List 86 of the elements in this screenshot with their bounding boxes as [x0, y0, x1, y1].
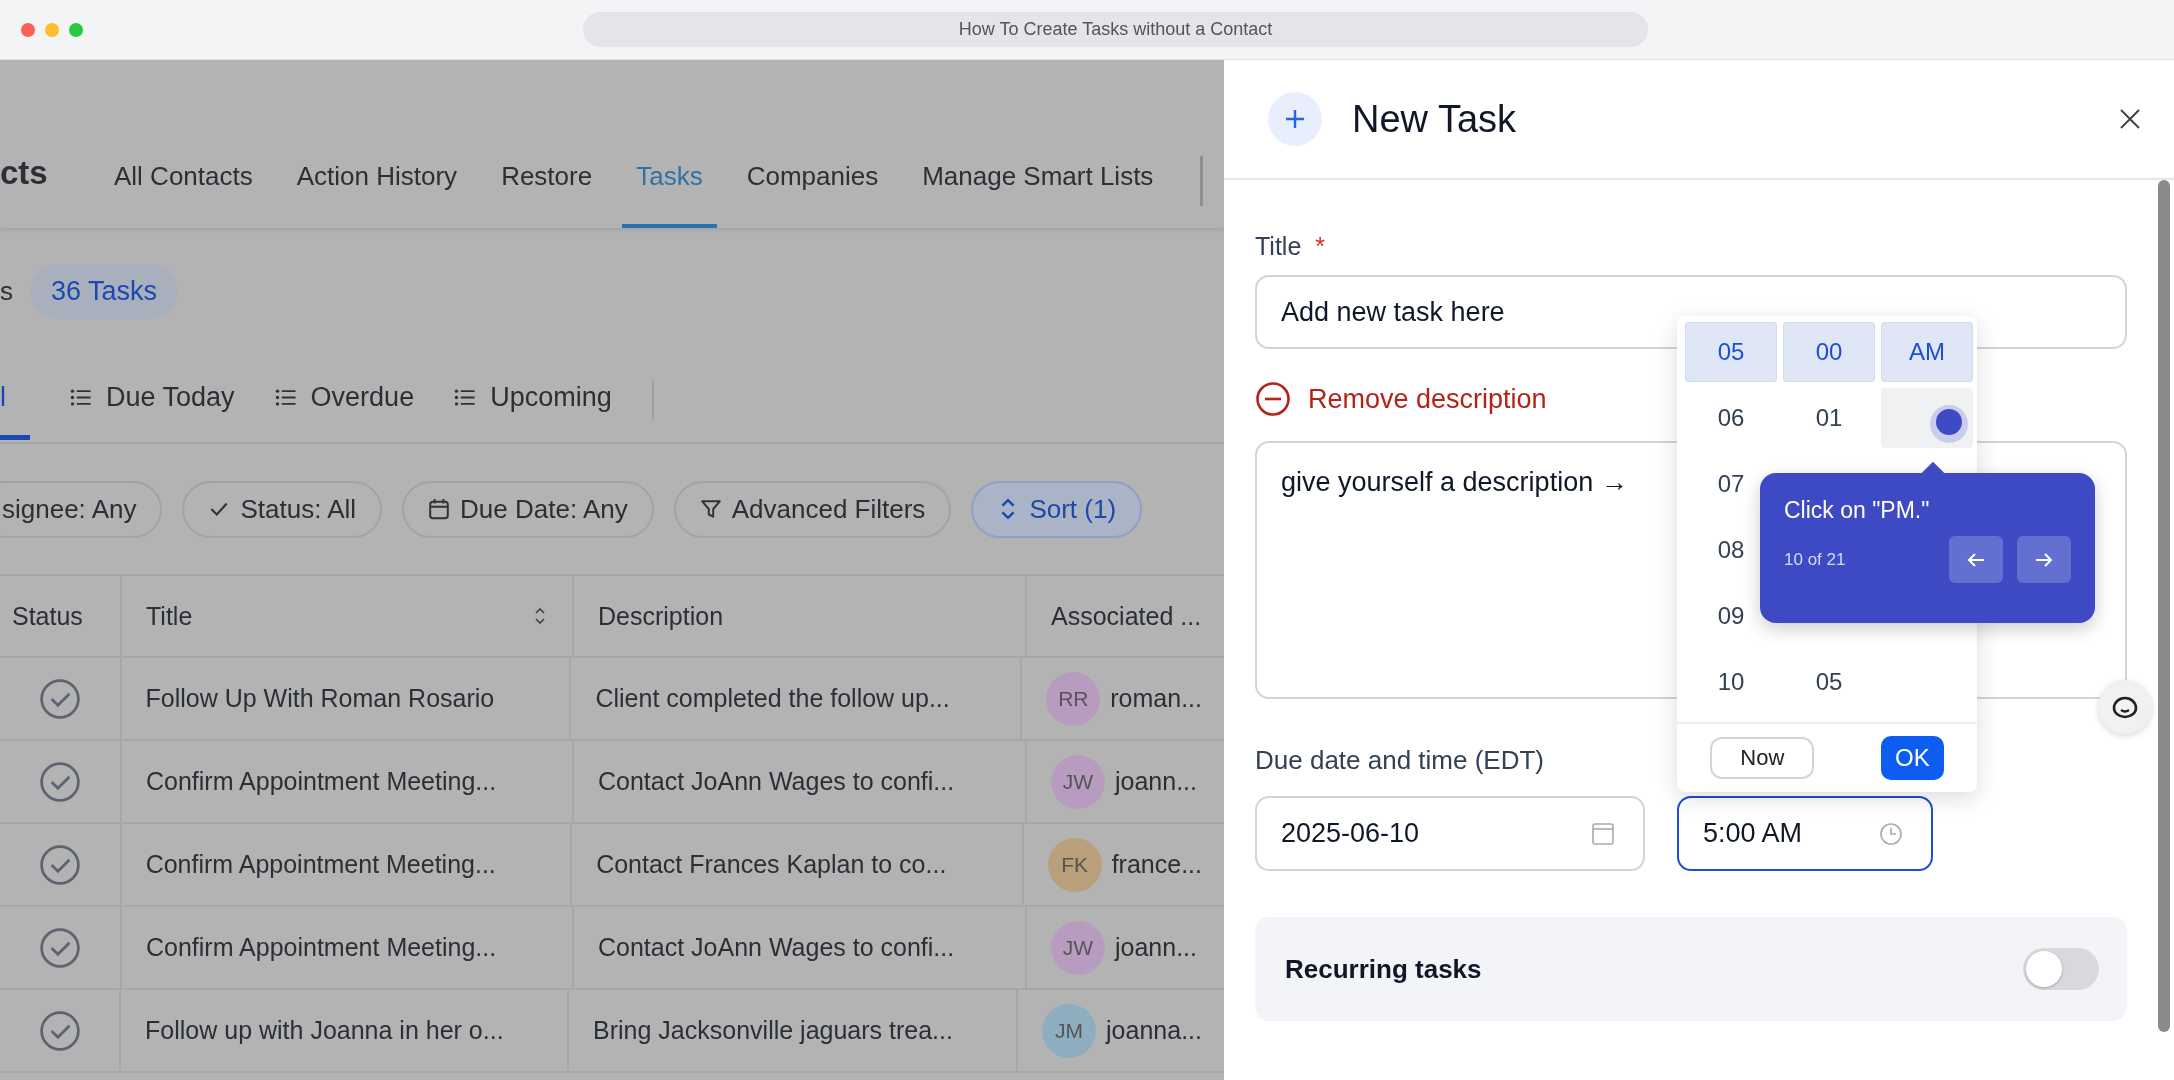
filter-button[interactable]: signee: Any: [0, 480, 163, 538]
address-bar[interactable]: How To Create Tasks without a Contact: [583, 12, 1648, 47]
filter-button[interactable]: Advanced Filters: [673, 480, 952, 538]
table-cell: Contact Frances Kaplan to co...: [572, 824, 1024, 905]
hour-option[interactable]: 10: [1685, 652, 1777, 712]
filter-button[interactable]: Status: All: [182, 480, 383, 538]
remove-description-link[interactable]: Remove description: [1255, 381, 1547, 417]
contact-name[interactable]: joann...: [1115, 933, 1197, 962]
avatar: JW: [1051, 920, 1105, 975]
close-window-dot[interactable]: [21, 22, 35, 37]
table-cell: Follow up with Joanna in her o...: [121, 990, 570, 1071]
filter-icon: [699, 498, 722, 520]
section-heading: s: [0, 275, 14, 307]
field-label: Title: [1255, 232, 1302, 261]
table-cell: Follow Up With Roman Rosario: [121, 658, 572, 739]
recurring-label: Recurring tasks: [1285, 953, 1482, 985]
required-mark: *: [1315, 232, 1326, 261]
nav-tab[interactable]: Companies: [732, 161, 893, 228]
tooltip-text: Click on "PM.": [1784, 497, 1930, 524]
list-icon: [274, 389, 297, 406]
contact-name[interactable]: joann...: [1115, 767, 1197, 796]
table-cell: Contact JoAnn Wages to confi...: [574, 741, 1027, 822]
time-field[interactable]: 5:00 AM: [1677, 796, 1933, 871]
ok-button[interactable]: OK: [1880, 736, 1944, 780]
task-count-badge: 36 Tasks: [30, 263, 179, 319]
table-cell: Client completed the follow up...: [571, 658, 1023, 739]
avatar: JW: [1051, 754, 1105, 809]
zoom-window-dot[interactable]: [69, 22, 83, 37]
column-header[interactable]: Description: [574, 576, 1027, 656]
clock-icon: [1879, 821, 1903, 846]
table-cell: Confirm Appointment Meeting...: [122, 741, 574, 822]
next-button[interactable]: [2017, 536, 2071, 583]
list-icon: [454, 389, 477, 406]
check-circle-icon[interactable]: [39, 760, 81, 803]
view-tab[interactable]: Overdue: [274, 360, 415, 440]
column-header[interactable]: Status: [0, 576, 122, 656]
table-cell: Bring Jacksonville jaguars trea...: [569, 990, 1019, 1071]
contact-name[interactable]: roman...: [1110, 684, 1202, 713]
filter-button[interactable]: Sort (1): [971, 480, 1143, 538]
nav-tab[interactable]: Action History: [282, 161, 472, 228]
toggle-switch[interactable]: [2023, 948, 2099, 990]
view-tab[interactable]: Due Today: [70, 360, 235, 440]
period-option[interactable]: AM: [1881, 322, 1973, 382]
contact-name[interactable]: france...: [1111, 850, 1202, 879]
close-icon[interactable]: [2118, 107, 2142, 131]
table-cell: Contact JoAnn Wages to confi...: [574, 907, 1027, 988]
panel-title: New Task: [1352, 97, 1518, 141]
sort-icon[interactable]: [534, 607, 546, 625]
now-button[interactable]: Now: [1710, 737, 1815, 779]
view-tab[interactable]: Upcoming: [454, 360, 612, 440]
avatar: JM: [1042, 1003, 1097, 1058]
table-cell: Confirm Appointment Meeting...: [121, 824, 573, 905]
nav-tab[interactable]: Restore: [487, 161, 607, 228]
minute-option[interactable]: 01: [1783, 388, 1875, 448]
check-circle-icon[interactable]: [38, 843, 81, 886]
scrollbar[interactable]: [2158, 180, 2170, 1032]
cursor-dot: [1929, 404, 1969, 444]
date-field[interactable]: 2025-06-10: [1255, 796, 1645, 871]
table-cell: Confirm Appointment Meeting...: [122, 907, 574, 988]
minute-option[interactable]: 05: [1783, 652, 1875, 712]
column-header[interactable]: Associated ...: [1027, 576, 1224, 656]
view-tab[interactable]: l: [0, 360, 30, 440]
list-icon: [70, 389, 92, 406]
previous-button[interactable]: [1949, 536, 2003, 583]
hour-option[interactable]: 06: [1685, 388, 1777, 448]
hour-option[interactable]: 05: [1685, 322, 1777, 382]
nav-tab[interactable]: All Contacts: [100, 161, 267, 228]
chat-button[interactable]: [2098, 680, 2152, 734]
field-label: Due date and time (EDT): [1255, 745, 1544, 776]
check-circle-icon[interactable]: [38, 1009, 81, 1052]
avatar: FK: [1047, 837, 1102, 892]
column-header[interactable]: Title: [122, 576, 574, 656]
calendar-icon: [1591, 821, 1615, 846]
add-icon: [1268, 92, 1322, 146]
page-heading: cts: [0, 154, 49, 193]
check-circle-icon[interactable]: [39, 926, 81, 969]
minus-circle-icon: [1255, 381, 1291, 417]
minute-option[interactable]: 00: [1783, 322, 1875, 382]
filter-button[interactable]: Due Date: Any: [402, 480, 654, 538]
calendar-icon: [428, 498, 451, 520]
contact-name[interactable]: joanna...: [1106, 1016, 1202, 1045]
minimize-window-dot[interactable]: [45, 22, 59, 37]
avatar: RR: [1046, 671, 1101, 726]
check-circle-icon[interactable]: [38, 677, 81, 720]
step-counter: 10 of 21: [1784, 549, 1846, 570]
nav-tab[interactable]: Manage Smart Lists: [908, 161, 1168, 228]
